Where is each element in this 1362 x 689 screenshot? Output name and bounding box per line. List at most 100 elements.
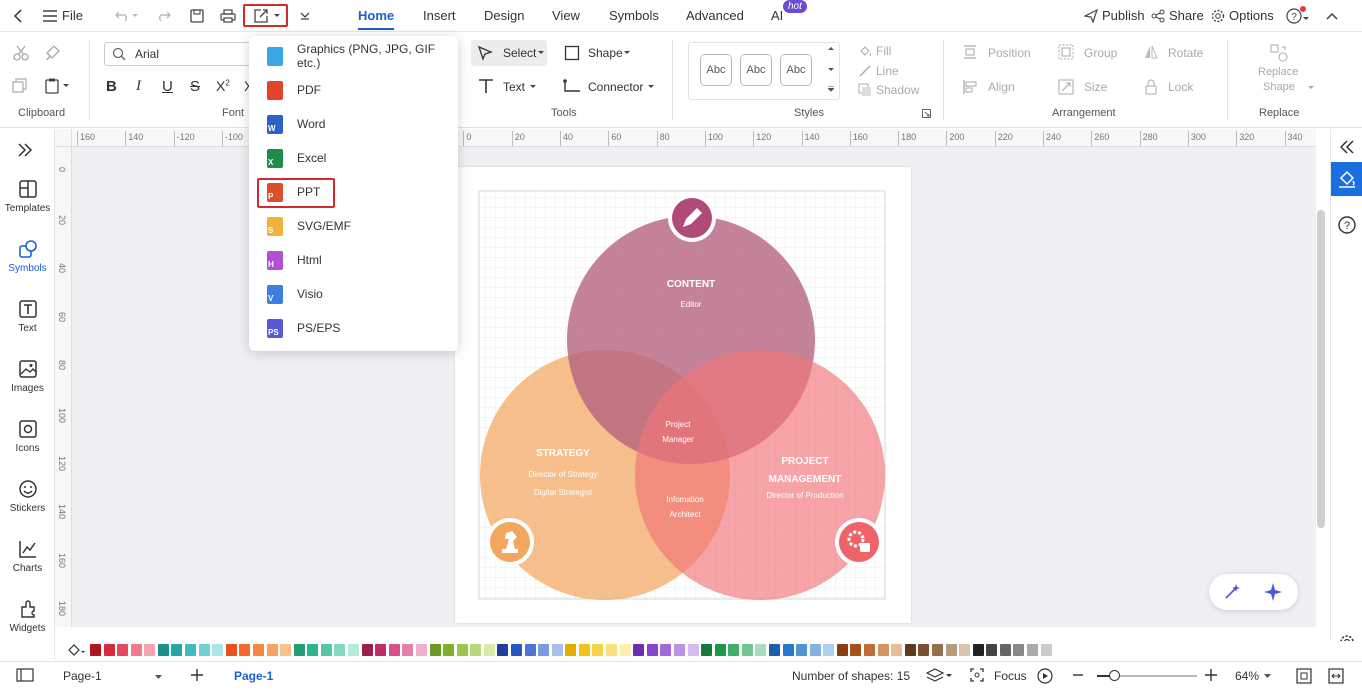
export-option-svg[interactable]: S SVG/EMF	[249, 211, 458, 241]
sidebar-item-text[interactable]: Text	[0, 299, 55, 334]
color-swatch[interactable]	[171, 644, 183, 656]
replace-shape-label-1[interactable]: Replace	[1258, 66, 1298, 78]
color-swatch[interactable]	[986, 644, 998, 656]
position-label[interactable]: Position	[988, 46, 1031, 60]
color-swatch[interactable]	[864, 644, 876, 656]
export-option-image[interactable]: Graphics (PNG, JPG, GIF etc.)	[249, 41, 458, 71]
sidebar-item-symbols[interactable]: Symbols	[0, 239, 55, 274]
fill-bucket-icon[interactable]	[67, 643, 85, 657]
hamburger-menu-icon[interactable]	[40, 6, 60, 26]
options-button[interactable]: Options	[1211, 8, 1274, 23]
color-swatch[interactable]	[673, 644, 685, 656]
sidebar-item-widgets[interactable]: Widgets	[0, 599, 55, 634]
cut-icon[interactable]	[12, 44, 30, 62]
color-swatch[interactable]	[633, 644, 645, 656]
page-tab-active[interactable]: Page-1	[234, 669, 273, 683]
color-swatch[interactable]	[1013, 644, 1025, 656]
size-icon[interactable]	[1058, 79, 1074, 95]
color-swatch[interactable]	[524, 644, 536, 656]
color-swatch[interactable]	[728, 644, 740, 656]
tab-insert[interactable]: Insert	[423, 8, 456, 23]
tab-advanced[interactable]: Advanced	[686, 8, 744, 23]
styles-scroll-up-icon[interactable]	[828, 46, 834, 50]
pencil-icon[interactable]	[668, 194, 716, 242]
color-swatch[interactable]	[931, 644, 943, 656]
group-label[interactable]: Group	[1084, 46, 1117, 60]
tab-view[interactable]: View	[552, 8, 580, 23]
zoom-out-icon[interactable]	[1072, 668, 1084, 682]
color-swatch[interactable]	[836, 644, 848, 656]
color-swatch[interactable]	[619, 644, 631, 656]
color-swatch[interactable]	[252, 644, 264, 656]
color-swatch[interactable]	[646, 644, 658, 656]
style-preset-2[interactable]: Abc	[740, 54, 772, 86]
zoom-slider-thumb[interactable]	[1109, 670, 1120, 681]
color-swatch[interactable]	[388, 644, 400, 656]
styles-launcher-icon[interactable]	[922, 109, 931, 118]
tab-symbols[interactable]: Symbols	[609, 8, 659, 23]
fill-label[interactable]: Fill	[876, 44, 891, 58]
color-swatch[interactable]	[293, 644, 305, 656]
color-swatch[interactable]	[904, 644, 916, 656]
export-option-visio[interactable]: V Visio	[249, 279, 458, 309]
color-swatch[interactable]	[280, 644, 292, 656]
align-icon[interactable]	[962, 79, 978, 95]
collapse-right-panel-icon[interactable]	[1340, 140, 1354, 154]
color-swatch[interactable]	[755, 644, 767, 656]
replace-shape-icon[interactable]	[1270, 44, 1288, 62]
color-swatch[interactable]	[565, 644, 577, 656]
color-swatch[interactable]	[578, 644, 590, 656]
color-swatch[interactable]	[90, 644, 101, 656]
focus-label[interactable]: Focus	[994, 669, 1027, 683]
format-panel-button[interactable]	[1331, 162, 1362, 196]
sidebar-item-templates[interactable]: Templates	[0, 179, 55, 214]
tab-ai[interactable]: AI	[771, 8, 783, 23]
color-swatch[interactable]	[375, 644, 387, 656]
focus-icon[interactable]	[970, 668, 984, 682]
color-swatch[interactable]	[443, 644, 455, 656]
color-swatch[interactable]	[823, 644, 835, 656]
style-preset-1[interactable]: Abc	[700, 54, 732, 86]
page-select[interactable]: Page-1	[55, 665, 170, 687]
color-swatch[interactable]	[782, 644, 794, 656]
shape-icon[interactable]	[564, 45, 580, 61]
color-swatch[interactable]	[538, 644, 550, 656]
italic-icon[interactable]: I	[136, 78, 141, 95]
add-page-icon[interactable]	[190, 668, 204, 682]
group-icon[interactable]	[1058, 44, 1074, 60]
sidebar-item-icons[interactable]: Icons	[0, 419, 55, 454]
style-preset-3[interactable]: Abc	[780, 54, 812, 86]
sidebar-item-stickers[interactable]: Stickers	[0, 479, 55, 514]
color-swatch[interactable]	[157, 644, 169, 656]
shape-label[interactable]: Shape	[588, 46, 623, 60]
color-swatch[interactable]	[225, 644, 237, 656]
color-swatch[interactable]	[198, 644, 210, 656]
text-tool-label[interactable]: Text	[503, 80, 525, 94]
strikethrough-icon[interactable]: S	[190, 78, 200, 95]
export-option-ps[interactable]: PS PS/EPS	[249, 313, 458, 343]
line-label[interactable]: Line	[876, 64, 899, 78]
tab-home[interactable]: Home	[358, 8, 395, 30]
share-button[interactable]: Share	[1151, 8, 1204, 23]
color-swatch[interactable]	[877, 644, 889, 656]
color-swatch[interactable]	[497, 644, 509, 656]
help-dropdown-icon[interactable]	[1302, 9, 1310, 29]
fill-icon[interactable]	[858, 44, 872, 58]
print-icon[interactable]	[218, 6, 238, 26]
color-swatch[interactable]	[212, 644, 224, 656]
color-swatch[interactable]	[891, 644, 903, 656]
ai-magic-wand-icon[interactable]	[1223, 583, 1241, 601]
rotate-label[interactable]: Rotate	[1168, 46, 1203, 60]
shadow-icon[interactable]	[858, 83, 872, 97]
export-option-excel[interactable]: X Excel	[249, 143, 458, 173]
rotate-icon[interactable]	[1143, 44, 1159, 60]
sidebar-item-charts[interactable]: Charts	[0, 539, 55, 574]
styles-expand-icon[interactable]	[828, 86, 834, 92]
collapse-ribbon-icon[interactable]	[1322, 6, 1342, 26]
color-swatch[interactable]	[918, 644, 930, 656]
undo-dropdown-icon[interactable]	[130, 6, 140, 26]
publish-button[interactable]: Publish	[1084, 8, 1145, 23]
undo-icon[interactable]	[112, 6, 132, 26]
chess-knight-icon[interactable]	[486, 518, 534, 566]
bold-icon[interactable]: B	[106, 78, 117, 95]
